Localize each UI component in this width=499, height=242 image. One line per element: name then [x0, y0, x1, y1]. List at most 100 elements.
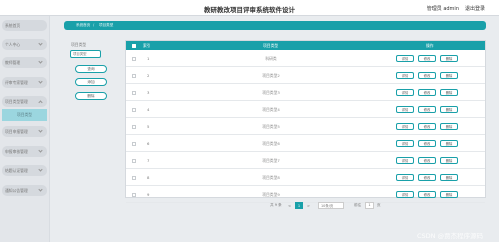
goto-prefix: 前往: [354, 203, 362, 207]
app-title: 教研教改项目评审系统软件设计: [204, 6, 295, 14]
prev-page-button[interactable]: <: [286, 202, 293, 209]
current-page-button[interactable]: 1: [295, 202, 303, 209]
goto-page-input[interactable]: 1: [365, 202, 374, 209]
sidebar-item-review[interactable]: 申报审核管理: [2, 146, 47, 157]
sidebar-item-project-types[interactable]: 项目类型管理: [2, 96, 47, 107]
edit-button[interactable]: 修改: [418, 71, 436, 79]
sidebar-item-experts[interactable]: 评审专家管理: [2, 77, 47, 88]
detail-button[interactable]: 详情: [396, 88, 414, 96]
delete-row-button[interactable]: 删除: [440, 139, 458, 147]
sidebar-item-label: 通知公告管理: [5, 187, 28, 193]
edit-button[interactable]: 修改: [418, 105, 436, 113]
breadcrumb-separator: /: [93, 23, 95, 27]
row-project-type: 项目类型2: [262, 72, 280, 78]
column-header-index: 索引: [143, 43, 151, 48]
sidebar: 系统首页 个人中心 教师管理 评审专家管理 项目类型管理 项目类型 项目申报管理…: [0, 16, 50, 242]
column-header-type: 项目类型: [263, 43, 279, 48]
pagination-total: 共 9 条: [270, 203, 282, 207]
table-row: 5 项目类型5 详情 修改 删除: [126, 118, 485, 135]
edit-button[interactable]: 修改: [418, 54, 436, 62]
detail-button[interactable]: 详情: [396, 190, 414, 198]
breadcrumb-home[interactable]: 系统首页: [76, 23, 90, 28]
sidebar-item-profile[interactable]: 个人中心: [2, 39, 47, 50]
delete-row-button[interactable]: 删除: [440, 156, 458, 164]
chevron-down-icon: [38, 41, 43, 46]
chevron-down-icon: [38, 128, 43, 133]
row-project-type: 项目类型6: [262, 140, 280, 146]
delete-row-button[interactable]: 删除: [440, 173, 458, 181]
delete-row-button[interactable]: 删除: [440, 88, 458, 96]
sidebar-item-label: 个人中心: [5, 41, 21, 47]
detail-button[interactable]: 详情: [396, 71, 414, 79]
detail-button[interactable]: 详情: [396, 156, 414, 164]
sidebar-item-home[interactable]: 系统首页: [2, 20, 47, 31]
breadcrumb-current: 项目类型: [99, 23, 114, 27]
table-row: 3 项目类型3 详情 修改 删除: [126, 84, 485, 101]
top-bar: 教研教改项目评审系统软件设计 管理员 admin 退出登录: [0, 0, 499, 16]
detail-button[interactable]: 详情: [396, 139, 414, 147]
row-project-type: 项目类型9: [262, 191, 280, 197]
detail-button[interactable]: 详情: [396, 105, 414, 113]
row-project-type: 项目类型4: [262, 106, 280, 112]
table-row: 6 项目类型6 详情 修改 删除: [126, 135, 485, 152]
search-input[interactable]: [70, 50, 101, 58]
table-header: 索引 项目类型 操作: [126, 41, 485, 50]
watermark: CSDN @贾杰程序源码: [417, 232, 484, 240]
sidebar-item-label: 项目类型管理: [5, 98, 28, 104]
sidebar-item-label: 教师管理: [5, 59, 21, 65]
table-row: 2 项目类型2 详情 修改 删除: [126, 67, 485, 84]
page-size-select[interactable]: 10条/页: [318, 202, 344, 209]
sidebar-item-label: 评审专家管理: [5, 79, 28, 85]
sidebar-subitem-label: 项目类型: [16, 112, 33, 117]
sidebar-subitem-project-type[interactable]: 项目类型: [2, 109, 47, 121]
select-all-checkbox[interactable]: [132, 43, 136, 48]
sidebar-item-applications[interactable]: 项目申报管理: [2, 126, 47, 137]
query-button[interactable]: 查询: [75, 65, 107, 73]
delete-row-button[interactable]: 删除: [440, 54, 458, 62]
row-project-type: 项目类型7: [262, 157, 280, 163]
edit-button[interactable]: 修改: [418, 173, 436, 181]
chevron-down-icon: [38, 59, 43, 64]
delete-button[interactable]: 删除: [75, 92, 107, 100]
next-page-button[interactable]: >: [305, 202, 312, 209]
chevron-down-icon: [38, 187, 43, 192]
delete-row-button[interactable]: 删除: [440, 122, 458, 130]
delete-row-button[interactable]: 删除: [440, 190, 458, 198]
table-row: 7 项目类型7 详情 修改 删除: [126, 152, 485, 169]
edit-button[interactable]: 修改: [418, 156, 436, 164]
column-header-actions: 操作: [426, 43, 434, 48]
sidebar-item-notices[interactable]: 通知公告管理: [2, 185, 47, 196]
sidebar-item-teachers[interactable]: 教师管理: [2, 57, 47, 68]
detail-button[interactable]: 详情: [396, 54, 414, 62]
delete-row-button[interactable]: 删除: [440, 105, 458, 113]
edit-button[interactable]: 修改: [418, 139, 436, 147]
detail-button[interactable]: 详情: [396, 122, 414, 130]
row-project-type: 科研类: [265, 55, 277, 61]
table-row: 8 项目类型8 详情 修改 删除: [126, 169, 485, 186]
row-project-type: 项目类型5: [262, 123, 280, 129]
data-table: 索引 项目类型 操作 1 科研类 详情 修改 删除 2 项目类型2 详情 修改 删除 3 项目类型3 详…: [125, 40, 486, 203]
logout-link[interactable]: 退出登录: [465, 5, 485, 12]
breadcrumb: 系统首页 / 项目类型: [64, 21, 486, 30]
add-button[interactable]: 添加: [75, 78, 107, 86]
edit-button[interactable]: 修改: [418, 190, 436, 198]
chevron-up-icon: [38, 99, 43, 105]
goto-suffix: 页: [377, 203, 381, 207]
edit-button[interactable]: 修改: [418, 88, 436, 96]
detail-button[interactable]: 详情: [396, 173, 414, 181]
sidebar-item-completion[interactable]: 结题认证管理: [2, 165, 47, 176]
sidebar-item-label: 系统首页: [5, 22, 21, 28]
search-label: 项目类型: [71, 42, 87, 47]
row-project-type: 项目类型8: [262, 174, 280, 180]
delete-row-button[interactable]: 删除: [440, 71, 458, 79]
sidebar-item-label: 结题认证管理: [5, 167, 28, 173]
edit-button[interactable]: 修改: [418, 122, 436, 130]
table-row: 4 项目类型4 详情 修改 删除: [126, 101, 485, 118]
table-row: 9 项目类型9 详情 修改 删除: [126, 186, 485, 203]
table-row: 1 科研类 详情 修改 删除: [126, 50, 485, 67]
row-project-type: 项目类型3: [262, 89, 280, 95]
chevron-down-icon: [38, 167, 43, 172]
sidebar-item-label: 项目申报管理: [5, 128, 28, 134]
chevron-down-icon: [38, 148, 43, 153]
chevron-down-icon: [38, 79, 43, 84]
